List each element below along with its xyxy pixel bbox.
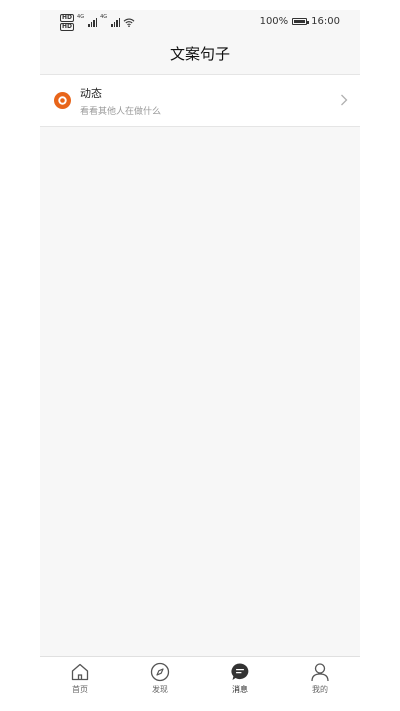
message-icon: [231, 663, 249, 680]
status-right: 100% 16:00: [260, 16, 340, 27]
wifi-icon: [123, 18, 135, 27]
list-item-dynamics[interactable]: 动态 看看其他人在做什么: [40, 75, 360, 127]
nav-label-home: 首页: [72, 685, 88, 694]
user-icon: [311, 663, 329, 682]
list-item-title: 动态: [80, 87, 102, 100]
status-left: HD HD 4G 4G: [60, 14, 135, 31]
nav-item-home[interactable]: 首页: [40, 657, 120, 701]
hd-badges: HD HD: [60, 14, 75, 31]
hd-badge-2: HD: [60, 23, 75, 31]
battery-percent: 100%: [259, 16, 289, 27]
battery-icon: [292, 18, 310, 25]
nav-item-profile[interactable]: 我的: [280, 657, 360, 701]
list-item-subtitle: 看看其他人在做什么: [80, 107, 162, 117]
clock: 16:00: [311, 16, 340, 27]
network-type-2: 4G: [100, 14, 108, 20]
phone-screen: HD HD 4G 4G 100% 16:00 文案句子 动态 看看其他人在做什么…: [40, 10, 360, 701]
record-icon: [54, 92, 71, 109]
hd-badge-1: HD: [60, 14, 75, 22]
signal-icon-2: [111, 18, 121, 27]
signal-icon-1: [88, 18, 98, 27]
bottom-nav: 首页 发现 消息 我的: [40, 656, 360, 701]
page-title: 文案句子: [169, 45, 230, 63]
network-type-1: 4G: [77, 14, 85, 20]
nav-item-messages[interactable]: 消息: [200, 657, 280, 701]
nav-label-discover: 发现: [152, 685, 168, 694]
nav-label-profile: 我的: [312, 685, 328, 694]
chevron-right-icon: [341, 94, 348, 106]
nav-label-messages: 消息: [232, 685, 248, 694]
title-bar: 文案句子: [40, 34, 360, 75]
compass-icon: [150, 662, 170, 682]
nav-item-discover[interactable]: 发现: [120, 657, 200, 701]
home-icon: [71, 663, 89, 681]
status-bar: HD HD 4G 4G 100% 16:00: [40, 10, 360, 34]
